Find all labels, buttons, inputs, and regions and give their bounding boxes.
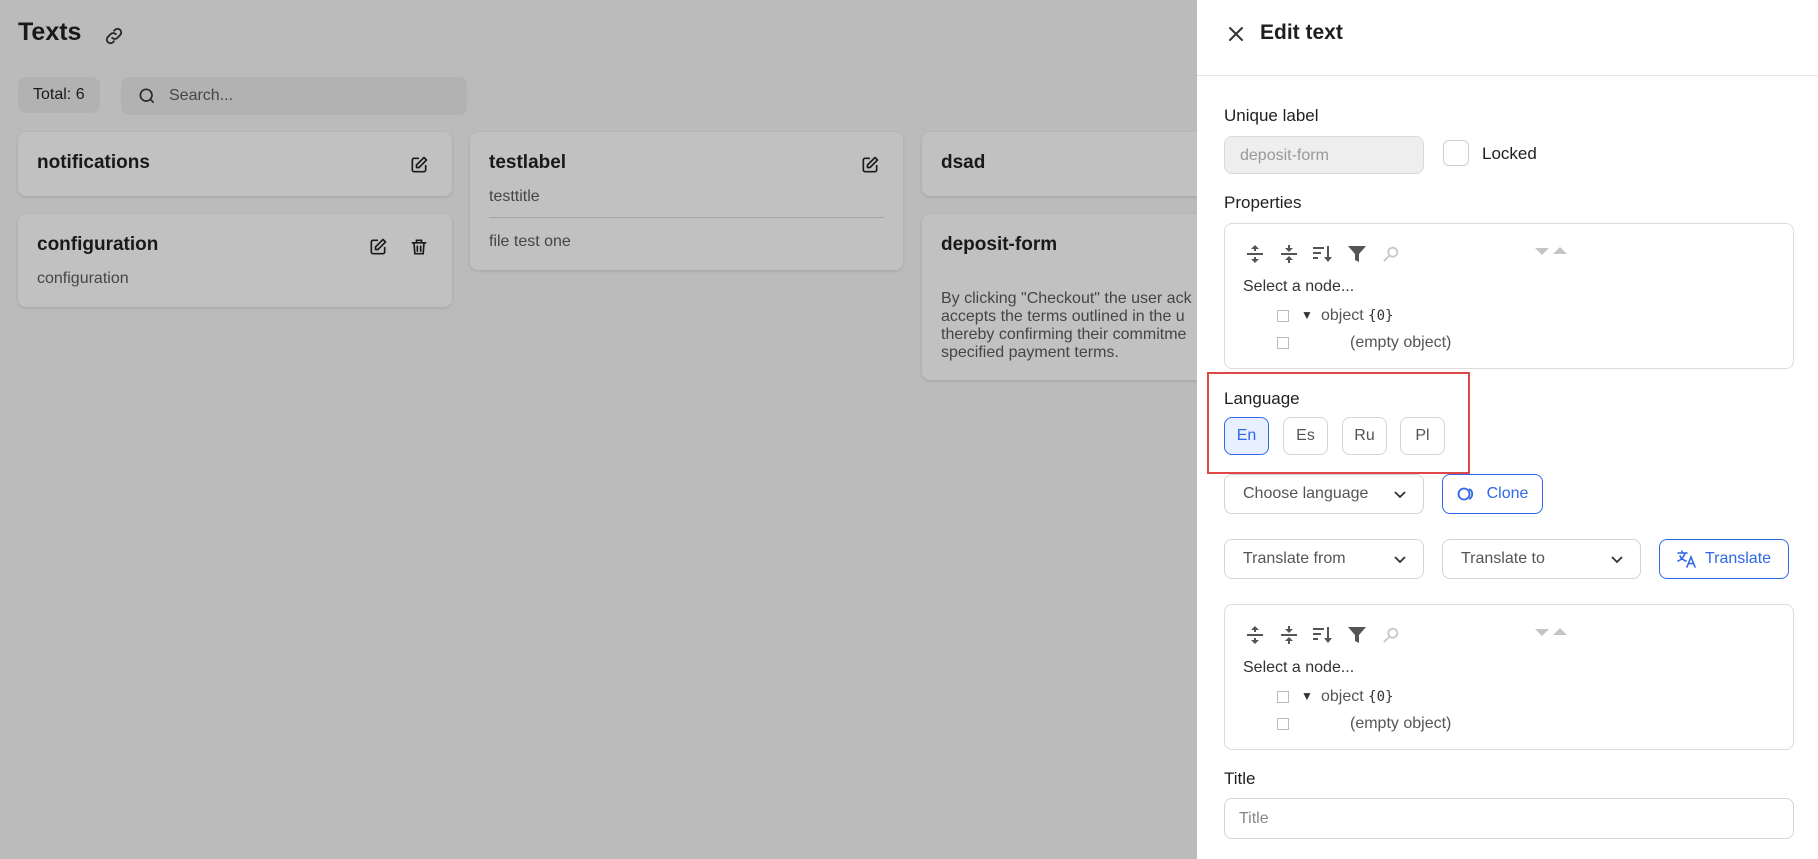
json-empty-object: (empty object) bbox=[1350, 334, 1452, 351]
sort-icon[interactable] bbox=[1311, 623, 1335, 647]
translate-button[interactable]: Translate bbox=[1659, 539, 1789, 579]
json-node-checkbox[interactable] bbox=[1277, 310, 1289, 322]
chevron-down-icon bbox=[1611, 556, 1623, 564]
arrow-up-icon[interactable] bbox=[1553, 627, 1567, 637]
json-nav-arrows bbox=[1535, 246, 1567, 256]
unique-label-heading: Unique label bbox=[1224, 106, 1319, 125]
language-button-ru[interactable]: Ru bbox=[1342, 417, 1387, 455]
search-icon[interactable] bbox=[1379, 623, 1403, 647]
clone-icon bbox=[1457, 487, 1473, 501]
properties-heading: Properties bbox=[1224, 193, 1302, 212]
json-node-checkbox[interactable] bbox=[1277, 691, 1289, 703]
json-object-key: object {0} bbox=[1321, 688, 1394, 705]
language-button-pl[interactable]: Pl bbox=[1400, 417, 1445, 455]
close-icon[interactable] bbox=[1224, 22, 1248, 46]
sort-icon[interactable] bbox=[1311, 242, 1335, 266]
content-json-editor[interactable]: Select a node... ▼ object {0} (empty obj… bbox=[1224, 604, 1794, 750]
arrow-down-icon[interactable] bbox=[1535, 246, 1549, 256]
filter-icon[interactable] bbox=[1345, 623, 1369, 647]
collapse-all-icon[interactable] bbox=[1277, 623, 1301, 647]
expand-all-icon[interactable] bbox=[1243, 242, 1267, 266]
title-input[interactable]: Title bbox=[1224, 798, 1794, 839]
json-toolbar bbox=[1243, 623, 1403, 647]
json-nav-arrows bbox=[1535, 627, 1567, 637]
json-object-key: object {0} bbox=[1321, 307, 1394, 324]
translate-from-select[interactable]: Translate from bbox=[1224, 539, 1424, 579]
json-empty-object: (empty object) bbox=[1350, 715, 1452, 732]
arrow-down-icon[interactable] bbox=[1535, 627, 1549, 637]
language-button-es[interactable]: Es bbox=[1283, 417, 1328, 455]
chevron-down-icon bbox=[1394, 556, 1406, 564]
title-heading: Title bbox=[1224, 769, 1256, 788]
language-heading: Language bbox=[1224, 389, 1300, 408]
arrow-up-icon[interactable] bbox=[1553, 246, 1567, 256]
json-node-checkbox[interactable] bbox=[1277, 718, 1289, 730]
language-button-en[interactable]: En bbox=[1224, 417, 1269, 455]
translate-icon bbox=[1677, 550, 1696, 568]
expand-triangle-icon[interactable]: ▼ bbox=[1301, 308, 1313, 322]
json-toolbar bbox=[1243, 242, 1403, 266]
edit-text-drawer: Edit text Unique label deposit-form Lock… bbox=[1197, 0, 1818, 859]
search-icon[interactable] bbox=[1379, 242, 1403, 266]
collapse-all-icon[interactable] bbox=[1277, 242, 1301, 266]
filter-icon[interactable] bbox=[1345, 242, 1369, 266]
translate-to-select[interactable]: Translate to bbox=[1442, 539, 1641, 579]
locked-checkbox[interactable] bbox=[1443, 140, 1469, 166]
expand-all-icon[interactable] bbox=[1243, 623, 1267, 647]
clone-button[interactable]: Clone bbox=[1442, 474, 1543, 514]
expand-triangle-icon[interactable]: ▼ bbox=[1301, 689, 1313, 703]
chevron-down-icon bbox=[1394, 491, 1406, 499]
locked-label: Locked bbox=[1482, 144, 1537, 163]
json-node-checkbox[interactable] bbox=[1277, 337, 1289, 349]
unique-label-input: deposit-form bbox=[1224, 136, 1424, 174]
json-select-node: Select a node... bbox=[1243, 278, 1355, 295]
drawer-header: Edit text bbox=[1197, 0, 1818, 76]
json-select-node: Select a node... bbox=[1243, 659, 1355, 676]
drawer-title: Edit text bbox=[1260, 21, 1343, 44]
choose-language-select[interactable]: Choose language bbox=[1224, 474, 1424, 514]
properties-json-editor[interactable]: Select a node... ▼ object {0} (empty obj… bbox=[1224, 223, 1794, 369]
